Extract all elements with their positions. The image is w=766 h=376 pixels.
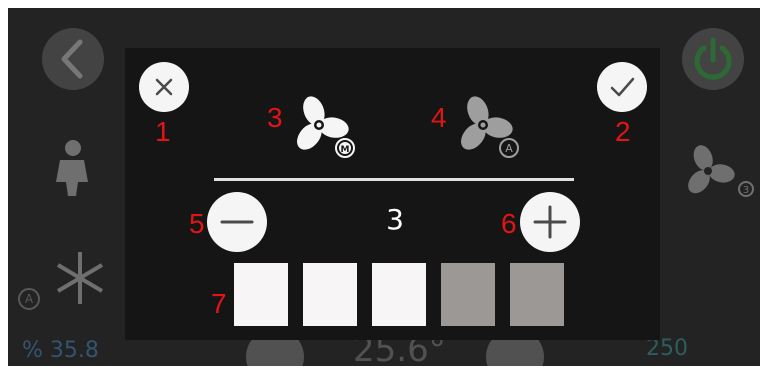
manual-badge: M	[341, 145, 350, 155]
chevron-left-icon	[61, 39, 83, 79]
decrease-speed-button[interactable]	[207, 192, 267, 252]
power-icon	[694, 37, 732, 80]
fan-speed-badge: 3	[743, 185, 749, 196]
back-button[interactable]	[42, 28, 104, 90]
annotation-2: 2	[615, 116, 631, 147]
fan-auto-icon: A	[461, 96, 519, 158]
annotation-5: 5	[189, 208, 205, 239]
close-button[interactable]	[139, 62, 189, 112]
fan-manual-icon: M	[297, 96, 355, 158]
confirm-button[interactable]	[597, 62, 647, 112]
annotation-6: 6	[501, 208, 517, 239]
increase-speed-button[interactable]	[520, 192, 580, 252]
fan-speed-value: 3	[386, 203, 404, 236]
fan-status-icon: 3	[680, 143, 760, 207]
annotation-7: 7	[211, 288, 227, 319]
speed-level-5[interactable]	[510, 263, 564, 326]
fan-manual-mode-button[interactable]: M	[283, 92, 363, 166]
speed-level-4[interactable]	[441, 263, 495, 326]
divider	[214, 178, 574, 181]
power-button[interactable]	[682, 28, 744, 90]
speed-level-1[interactable]	[234, 263, 288, 326]
check-icon	[610, 77, 635, 97]
minus-icon	[220, 220, 254, 224]
person-seated-icon	[48, 138, 98, 202]
close-icon	[155, 78, 173, 96]
speed-level-3[interactable]	[372, 263, 426, 326]
speed-level-2[interactable]	[303, 263, 357, 326]
fan-speed-dialog: M A 3 1 2 3 4 5 6 7	[125, 48, 660, 340]
plus-icon	[533, 205, 567, 239]
snowflake-icon	[50, 248, 110, 312]
humidity-readout: % 35.8	[22, 338, 99, 363]
annotation-1: 1	[155, 116, 171, 147]
annotation-4: 4	[431, 102, 447, 133]
fan-auto-mode-button[interactable]: A	[447, 92, 527, 166]
annotation-3: 3	[267, 102, 283, 133]
auto-mode-badge: A	[18, 288, 40, 310]
auto-badge: A	[505, 142, 513, 155]
thermostat-screen: A % 35.8 25.6° 250 3 M A 3 1 2 3 4 5 6 7	[8, 8, 760, 366]
